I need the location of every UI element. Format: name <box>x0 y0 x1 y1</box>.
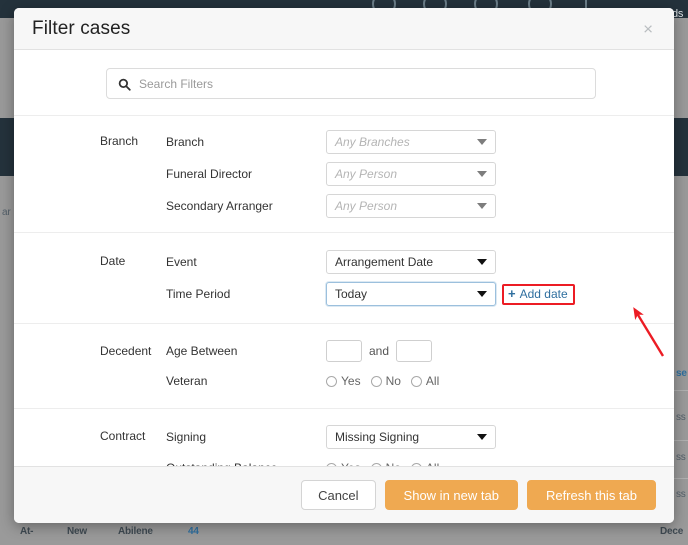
secondary-arranger-select-value: Any Person <box>335 199 398 213</box>
filter-section-contract: Contract Signing Missing Signing Outstan… <box>14 408 674 466</box>
field-row-outstanding-balance: Outstanding Balance Yes No All <box>166 457 674 466</box>
search-icon <box>118 78 131 91</box>
modal-footer: Cancel Show in new tab Refresh this tab <box>14 466 674 523</box>
field-row-event: Event Arrangement Date <box>166 250 674 274</box>
search-box[interactable] <box>106 68 596 99</box>
add-date-label: Add date <box>519 286 568 301</box>
field-row-funeral-director: Funeral Director Any Person <box>166 162 674 186</box>
add-date-link: + Add date <box>508 287 568 301</box>
chevron-down-icon <box>477 259 487 265</box>
bg-table-cell: Abilene <box>118 526 153 537</box>
modal-header: Filter cases × <box>14 8 674 50</box>
chevron-down-icon <box>477 139 487 145</box>
field-control: and <box>326 340 433 362</box>
field-label-secondary-arranger: Secondary Arranger <box>166 199 273 213</box>
filter-section-branch: Branch Branch Any Branches Funeral Direc… <box>14 115 674 232</box>
signing-select-value: Missing Signing <box>335 430 420 444</box>
filter-cases-modal: Filter cases × Branch Branch <box>14 8 674 523</box>
field-label-funeral-director: Funeral Director <box>166 167 253 181</box>
radio-icon <box>410 375 422 387</box>
funeral-director-select[interactable]: Any Person <box>326 162 496 186</box>
secondary-arranger-select[interactable]: Any Person <box>326 194 496 218</box>
search-filters-container <box>14 50 674 115</box>
radio-icon <box>370 375 382 387</box>
age-from-input[interactable] <box>326 340 362 362</box>
page-title: Filter cases <box>32 17 131 39</box>
veteran-radio-no[interactable]: No <box>370 374 401 388</box>
field-control: Today + Add date <box>326 282 575 306</box>
veteran-radio-all-label: All <box>425 374 440 388</box>
bg-right-fragment: ss <box>676 412 686 423</box>
branch-select[interactable]: Any Branches <box>326 130 496 154</box>
bg-table-cell: New <box>67 526 87 537</box>
field-label-veteran: Veteran <box>166 374 208 388</box>
section-label-date: Date <box>100 254 126 268</box>
field-label-time-period: Time Period <box>166 287 231 301</box>
field-label-event: Event <box>166 255 197 269</box>
bg-right-fragment: ss <box>676 452 686 463</box>
age-separator-label: and <box>369 344 390 358</box>
chevron-down-icon <box>477 203 487 209</box>
event-select-value: Arrangement Date <box>335 255 434 269</box>
search-input[interactable] <box>139 76 595 91</box>
add-date-button[interactable]: + Add date <box>502 283 575 305</box>
show-in-new-tab-button[interactable]: Show in new tab <box>384 480 518 510</box>
signing-select[interactable]: Missing Signing <box>326 425 496 449</box>
section-rows-date: Event Arrangement Date Time Period Today <box>166 250 674 306</box>
field-label-branch: Branch <box>166 135 205 149</box>
field-control: Any Person <box>326 162 496 186</box>
field-row-signing: Signing Missing Signing <box>166 425 674 449</box>
section-rows-branch: Branch Any Branches Funeral Director Any… <box>166 130 674 218</box>
time-period-select-value: Today <box>335 287 368 301</box>
bg-right-fragment: se <box>676 368 687 379</box>
section-rows-contract: Signing Missing Signing Outstanding Bala… <box>166 425 674 466</box>
refresh-this-tab-button[interactable]: Refresh this tab <box>526 480 656 510</box>
field-row-branch: Branch Any Branches <box>166 130 674 154</box>
bg-navy-band-left <box>0 118 14 176</box>
field-row-veteran: Veteran Yes No All <box>166 370 674 392</box>
field-label-signing: Signing <box>166 430 207 444</box>
plus-icon: + <box>508 286 516 301</box>
bg-table-cell: 44 <box>188 526 199 537</box>
section-label-decedent: Decedent <box>100 344 152 358</box>
section-label-contract: Contract <box>100 429 146 443</box>
filter-section-date: Date Event Arrangement Date Time Period <box>14 232 674 323</box>
close-icon[interactable]: × <box>638 18 658 39</box>
radio-icon <box>326 375 337 387</box>
field-control: Arrangement Date <box>326 250 496 274</box>
time-period-select[interactable]: Today <box>326 282 496 306</box>
veteran-radio-yes-label: Yes <box>341 374 361 388</box>
filter-section-decedent: Decedent Age Between and Veteran Yes No … <box>14 323 674 408</box>
field-label-age-between: Age Between <box>166 344 238 358</box>
chevron-down-icon <box>477 171 487 177</box>
field-row-secondary-arranger: Secondary Arranger Any Person <box>166 194 674 218</box>
field-row-age-between: Age Between and <box>166 340 674 362</box>
cancel-button[interactable]: Cancel <box>301 480 376 510</box>
branch-select-value: Any Branches <box>335 135 410 149</box>
funeral-director-select-value: Any Person <box>335 167 398 181</box>
bg-right-fragment: ss <box>676 489 686 500</box>
field-control: Any Person <box>326 194 496 218</box>
veteran-radio-all[interactable]: All <box>410 374 440 388</box>
bg-left-fragment: ar <box>2 207 11 218</box>
field-row-time-period: Time Period Today + Add date <box>166 282 674 306</box>
bg-table-cell: Dece <box>660 526 684 537</box>
event-select[interactable]: Arrangement Date <box>326 250 496 274</box>
field-control: Any Branches <box>326 130 496 154</box>
age-to-input[interactable] <box>396 340 433 362</box>
veteran-radio-yes[interactable]: Yes <box>326 374 361 388</box>
bg-table-cell: At- <box>20 526 34 537</box>
modal-body: Branch Branch Any Branches Funeral Direc… <box>14 50 674 466</box>
veteran-radio-no-label: No <box>385 374 401 388</box>
field-control: Missing Signing <box>326 425 496 449</box>
chevron-down-icon <box>477 291 487 297</box>
veteran-radio-group: Yes No All <box>326 374 439 388</box>
chevron-down-icon <box>477 434 487 440</box>
section-rows-decedent: Age Between and Veteran Yes No All <box>166 340 674 392</box>
section-label-branch: Branch <box>100 134 139 148</box>
